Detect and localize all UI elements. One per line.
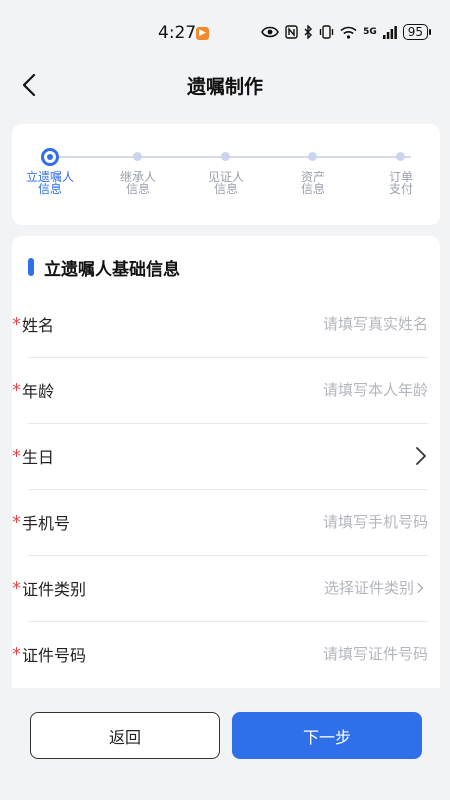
field-label: 手机号	[22, 514, 71, 533]
status-bar: 4:27 ▶ 5G 95	[0, 0, 450, 62]
phone-field[interactable]: * 手机号 请填写手机号码	[12, 490, 440, 556]
app-header: 遗嘱制作	[0, 62, 450, 108]
field-label: 年龄	[22, 382, 55, 401]
section-header: 立遗嘱人基础信息	[28, 256, 180, 280]
section-accent-bar	[28, 258, 34, 276]
wifi-icon	[340, 26, 357, 39]
name-field[interactable]: * 姓名 请填写真实姓名	[12, 292, 440, 358]
step-label-testator: 立遗嘱人 信息	[25, 170, 74, 196]
status-icons: 5G 95	[261, 22, 432, 42]
step-dot	[396, 152, 405, 161]
nfc-icon	[285, 25, 298, 39]
network-type: 5G	[363, 27, 377, 37]
field-label: 姓名	[22, 316, 55, 335]
chevron-right-icon	[417, 583, 423, 593]
page-title: 遗嘱制作	[186, 76, 263, 98]
bluetooth-icon	[304, 25, 313, 39]
step-dot	[133, 152, 142, 161]
required-mark: *	[12, 446, 21, 467]
next-step-button[interactable]: 下一步	[232, 712, 422, 759]
step-dot-current	[41, 148, 59, 166]
return-button[interactable]: 返回	[30, 712, 220, 759]
signal-icon	[382, 25, 397, 39]
step-label-heirs: 继承人 信息	[119, 170, 156, 196]
chevron-right-icon	[416, 447, 426, 465]
step-label-assets: 资产 信息	[300, 170, 325, 196]
field-label: 证件类别	[22, 580, 87, 599]
required-mark: *	[12, 578, 21, 599]
step-dot	[308, 152, 317, 161]
field-placeholder: 请填写手机号码	[322, 513, 428, 531]
progress-steps: 立遗嘱人 信息 继承人 信息 见证人 信息 资产 信息 订单 支付	[12, 124, 440, 225]
section-title: 立遗嘱人基础信息	[44, 259, 180, 280]
field-placeholder: 请填写证件号码	[322, 645, 428, 663]
field-placeholder: 选择证件类别	[323, 579, 414, 597]
required-mark: *	[12, 644, 21, 665]
field-label: 证件号码	[22, 646, 87, 665]
field-placeholder: 请填写真实姓名	[322, 315, 428, 333]
status-time: 4:27	[158, 23, 197, 43]
step-label-witness: 见证人 信息	[207, 170, 244, 196]
required-mark: *	[12, 380, 21, 401]
field-label: 生日	[22, 448, 55, 467]
required-mark: *	[12, 314, 21, 335]
id-type-select[interactable]: * 证件类别 选择证件类别	[12, 556, 440, 622]
step-dot	[221, 152, 230, 161]
vibrate-icon	[319, 25, 334, 39]
battery-indicator: 95	[402, 24, 432, 40]
required-mark: *	[12, 512, 21, 533]
step-connector	[59, 156, 411, 158]
age-field[interactable]: * 年龄 请填写本人年龄	[12, 358, 440, 424]
id-number-field[interactable]: * 证件号码 请填写证件号码	[12, 622, 440, 688]
app-notification-icon: ▶	[196, 27, 209, 40]
field-placeholder: 请填写本人年龄	[322, 381, 428, 399]
bottom-action-bar: 返回 下一步	[0, 688, 450, 800]
testator-info-form: 立遗嘱人基础信息 * 姓名 请填写真实姓名 * 年龄 请填写本人年龄 * 生日 …	[12, 236, 440, 688]
eye-icon	[261, 26, 279, 38]
step-label-payment: 订单 支付	[388, 170, 413, 196]
birthday-picker[interactable]: * 生日	[12, 424, 440, 490]
